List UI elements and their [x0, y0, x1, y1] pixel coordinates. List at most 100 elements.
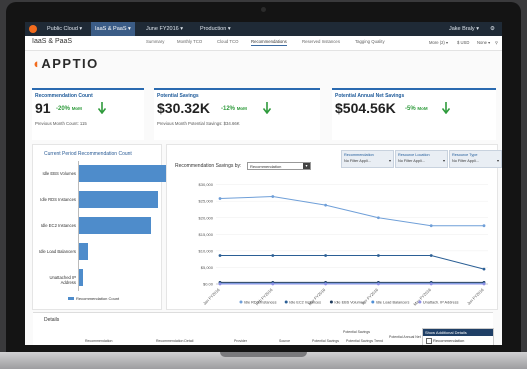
col-recommendation-detail: Recommendation Detail [156, 339, 194, 343]
col-provider: Provider [234, 339, 248, 343]
currency-select[interactable]: $ USD [457, 40, 469, 45]
legend-swatch [68, 297, 74, 300]
series-point [271, 254, 275, 257]
kpi-previous: Previous Month Potential Savings: $34.66… [157, 121, 240, 126]
recommendation-checkbox[interactable] [426, 338, 432, 344]
legend-label: Idle EC2 Instances [289, 301, 321, 305]
series-point [377, 216, 380, 220]
series-point [429, 224, 433, 228]
series-line [220, 255, 485, 270]
kpi-label: Potential Savings [157, 93, 199, 99]
series-point [271, 282, 275, 286]
left-chart-title: Current Period Recommendation Count [44, 151, 132, 157]
user-menu[interactable]: Jake Braly ▾ [445, 22, 483, 36]
x-tick-label: Jun FY2016 [466, 287, 485, 306]
y-tick-label: $0.00 [203, 282, 214, 287]
series-point [324, 254, 327, 257]
savings-by-label: Recommendation Savings by: [175, 163, 242, 169]
savings-by-select[interactable]: Recommendation ▾ [247, 162, 311, 170]
kpi-value: $504.56K [335, 100, 396, 116]
tab-reserved-instances[interactable]: Reserved Instances [302, 39, 340, 44]
col-potential-annual-net: Potential Annual Net [389, 335, 421, 339]
series-point [218, 254, 222, 257]
apptio-logo-icon [29, 25, 37, 33]
bar[interactable] [78, 217, 151, 234]
bar[interactable] [78, 243, 88, 260]
col-potential-savings-trend: Potential Savings Trend [346, 339, 383, 343]
filter-resource-type[interactable]: Resource Type No Filter Appli... ▾ [449, 150, 502, 168]
chevron-down-icon: ▾ [388, 158, 391, 163]
gear-icon[interactable]: ⚙ [486, 22, 499, 36]
tab-cloud-tco[interactable]: Cloud TCO [217, 39, 238, 44]
legend-label: Idle Load Balancers [376, 301, 410, 305]
y-tick-label: $15,000 [199, 232, 214, 237]
kpi-annual-net-savings: Potential Annual Net Savings $504.56K -5… [332, 88, 496, 140]
bar-label: Idle RDS Instances [40, 197, 76, 202]
none-select[interactable]: None ▾ [477, 40, 490, 45]
col-source: Source [279, 339, 291, 343]
bar-label: Idle EC2 Instances [40, 223, 76, 228]
down-arrow-icon [98, 102, 106, 114]
savings-line-chart: $0.00 $5,000 $10,000 $15,000 $20,000 $25,000 $… [199, 182, 488, 307]
series-point [324, 282, 327, 286]
kpi-label: Potential Annual Net Savings [335, 93, 405, 99]
nav-iaas-paas[interactable]: IaaS & PaaS ▾ [91, 22, 135, 36]
series-point [429, 282, 433, 286]
kpi-change: -5% MoM [405, 106, 428, 112]
kpi-previous: Previous Month Count: 115 [35, 121, 87, 126]
more-menu[interactable]: More (2) ▾ [429, 40, 448, 45]
nav-public-cloud[interactable]: Public Cloud ▾ [43, 22, 86, 36]
kpi-potential-savings: Potential Savings $30.32K -12% MoM Previ… [154, 88, 320, 140]
legend-label: Unattach. IP Address [423, 301, 459, 305]
series-point [482, 282, 486, 286]
series-point [271, 195, 275, 198]
series-point [482, 224, 486, 228]
nav-period[interactable]: June FY2016 ▾ [142, 22, 187, 36]
tab-monthly-tco[interactable]: Monthly TCO [177, 39, 202, 44]
sub-header: IaaS & PaaS Summary Monthly TCO Cloud TC… [25, 36, 502, 51]
nav-environment[interactable]: Production ▾ [196, 22, 235, 36]
tab-recommendations[interactable]: Recommendations [251, 39, 287, 46]
series-point [218, 282, 222, 286]
tab-summary[interactable]: Summary [146, 39, 164, 44]
filter-recommendation[interactable]: Recommendation No Filter Appli... ▾ [341, 150, 394, 168]
laptop-notch [220, 352, 307, 357]
additional-details-panel: Show Additional Details Recommendation [422, 328, 494, 345]
app-screen: Public Cloud ▾ IaaS & PaaS ▾ June FY2016… [25, 22, 502, 345]
series-point [218, 197, 222, 200]
kpi-recommendation-count: Recommendation Count 91 -20% MoM Previou… [32, 88, 144, 140]
bar[interactable] [78, 165, 171, 182]
col-recommendation: Recommendation [85, 339, 113, 343]
chevron-down-icon: ▾ [442, 158, 445, 163]
laptop-base [0, 352, 527, 369]
additional-details-header[interactable]: Show Additional Details [423, 329, 493, 336]
y-tick-label: $25,000 [199, 199, 214, 204]
y-tick-label: $30,000 [199, 182, 214, 187]
series-line [219, 196, 484, 227]
bar-label: Idle Load Balancers [38, 249, 76, 254]
kpi-row: Recommendation Count 91 -20% MoM Previou… [25, 88, 502, 140]
bar[interactable] [78, 191, 158, 208]
legend-label: Idle RDS Instances [244, 301, 277, 305]
legend-marker [239, 300, 243, 304]
filter-resource-location[interactable]: Resource Location No Filter Appli... ▾ [395, 150, 448, 168]
legend-marker [371, 300, 375, 304]
legend-marker [418, 300, 422, 304]
down-arrow-icon [263, 102, 271, 114]
down-arrow-icon [442, 102, 450, 114]
series-point [482, 267, 486, 271]
legend-marker [284, 300, 288, 304]
bar-axis [78, 161, 79, 291]
y-tick-label: $10,000 [199, 248, 214, 253]
tab-tagging-quality[interactable]: Tagging Quality [355, 39, 385, 44]
kpi-value: 91 [35, 100, 51, 116]
kpi-value: $30.32K [157, 100, 210, 116]
details-title: Details [44, 317, 60, 323]
filter-icon[interactable]: ⚲ [495, 40, 498, 45]
legend-label: Idle EBS Volumes [334, 301, 364, 305]
series-point [324, 203, 327, 207]
bar-label: Unattached IP Address [49, 275, 76, 285]
kpi-label: Recommendation Count [35, 93, 93, 99]
legend-marker [329, 300, 333, 304]
chevron-down-icon: ▾ [496, 158, 499, 163]
